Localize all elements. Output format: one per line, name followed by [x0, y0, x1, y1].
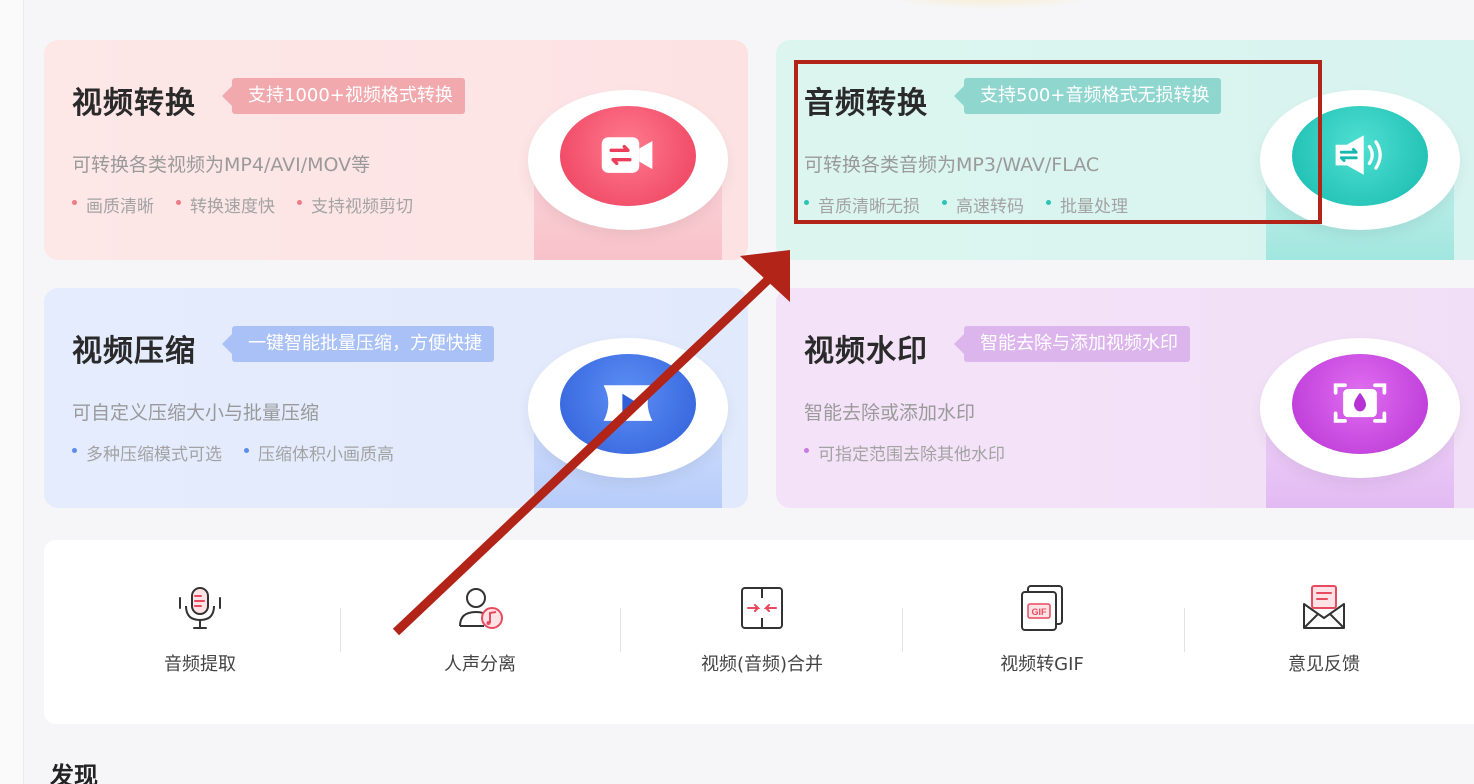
feature-item: 画质清晰 — [72, 192, 154, 217]
feature-item: 可指定范围去除其他水印 — [804, 440, 1005, 465]
gif-icon: GIF — [1016, 582, 1068, 634]
watermark-icon — [1330, 376, 1390, 430]
video-convert-card[interactable]: 视频转换 支持1000+视频格式转换 可转换各类视频为MP4/AVI/MOV等 … — [44, 40, 748, 260]
video-convert-icon — [598, 128, 658, 182]
tool-audio-extract[interactable]: 音频提取 — [100, 582, 300, 676]
merge-icon — [736, 582, 788, 634]
tool-label: 视频转GIF — [1000, 654, 1084, 675]
audio-convert-icon — [1330, 128, 1390, 182]
card-tag: 支持1000+视频格式转换 — [222, 78, 465, 114]
left-sidebar-edge — [0, 0, 24, 784]
card-features: 多种压缩模式可选 压缩体积小画质高 — [72, 440, 394, 465]
feature-item: 压缩体积小画质高 — [244, 440, 394, 465]
tool-label: 人声分离 — [444, 654, 516, 675]
microphone-icon — [174, 582, 226, 634]
video-compress-icon — [598, 376, 658, 430]
card-description: 智能去除或添加水印 — [804, 402, 976, 424]
feedback-mail-icon — [1298, 582, 1350, 634]
svg-text:GIF: GIF — [1032, 607, 1048, 617]
card-tag: 一键智能批量压缩，方便快捷 — [222, 326, 494, 362]
watermark-pedestal — [1260, 338, 1460, 508]
tool-video-to-gif[interactable]: GIF 视频转GIF — [942, 582, 1142, 676]
divider — [1184, 608, 1185, 652]
divider — [902, 608, 903, 652]
card-title: 视频转换 — [72, 86, 196, 121]
feature-item: 转换速度快 — [176, 192, 275, 217]
card-features: 画质清晰 转换速度快 支持视频剪切 — [72, 192, 413, 217]
tool-label: 音频提取 — [164, 654, 236, 675]
video-compress-card[interactable]: 视频压缩 一键智能批量压缩，方便快捷 可自定义压缩大小与批量压缩 多种压缩模式可… — [44, 288, 748, 508]
video-watermark-card[interactable]: 视频水印 智能去除与添加视频水印 智能去除或添加水印 可指定范围去除其他水印 — [776, 288, 1474, 508]
feature-item: 支持视频剪切 — [297, 192, 413, 217]
card-description: 可自定义压缩大小与批量压缩 — [72, 402, 320, 424]
card-features: 可指定范围去除其他水印 — [804, 440, 1005, 465]
divider — [340, 608, 341, 652]
tool-label: 意见反馈 — [1288, 654, 1360, 675]
video-convert-pedestal — [528, 90, 728, 260]
feature-item: 多种压缩模式可选 — [72, 440, 222, 465]
tools-panel: 音频提取 人声分离 视频(音频)合并 GIF 视频转GIF 意见反馈 — [44, 540, 1474, 724]
video-compress-pedestal — [528, 338, 728, 508]
tool-merge[interactable]: 视频(音频)合并 — [662, 582, 862, 676]
tool-feedback[interactable]: 意见反馈 — [1224, 582, 1424, 676]
card-title: 视频压缩 — [72, 334, 196, 369]
card-tag: 智能去除与添加视频水印 — [954, 326, 1190, 362]
tool-voice-separate[interactable]: 人声分离 — [380, 582, 580, 676]
decorative-glow — [860, 0, 1120, 10]
card-title: 视频水印 — [804, 334, 928, 369]
card-description: 可转换各类视频为MP4/AVI/MOV等 — [72, 154, 371, 176]
divider — [620, 608, 621, 652]
voice-separate-icon — [454, 582, 506, 634]
tool-label: 视频(音频)合并 — [700, 654, 824, 675]
discover-section-title: 发现 — [50, 762, 98, 784]
annotation-highlight-box — [794, 60, 1322, 224]
